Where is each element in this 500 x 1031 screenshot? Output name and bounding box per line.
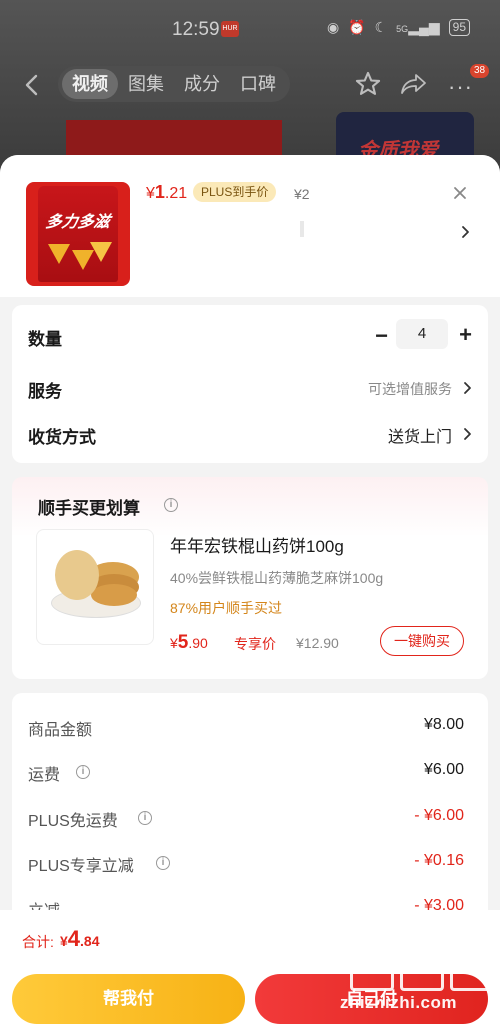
recommendation-card: 顺手买更划算 i 年年宏铁棍山药饼100g 40%尝鲜铁棍山药薄脆芝麻饼100g… bbox=[12, 477, 488, 679]
fee-row: 运费 i ¥6.00 bbox=[28, 761, 472, 785]
recommended-product-image[interactable] bbox=[36, 529, 154, 645]
quantity-label: 数量 bbox=[28, 330, 62, 349]
quantity-plus-button[interactable]: + bbox=[459, 322, 472, 348]
recommended-original-price: ¥12.90 bbox=[296, 635, 339, 651]
info-icon[interactable]: i bbox=[138, 811, 152, 825]
price-integer: 4 bbox=[67, 926, 81, 951]
fee-label: 商品金额 bbox=[28, 722, 93, 739]
delivery-row[interactable]: 收货方式 送货上门 bbox=[28, 423, 472, 447]
status-time: 12:59 bbox=[172, 19, 220, 40]
chips-bag-icon: 多力多滋 bbox=[38, 186, 118, 282]
product-image[interactable]: 多力多滋 bbox=[26, 182, 130, 286]
delivery-value: 送货上门 bbox=[387, 429, 452, 446]
recommended-product-desc: 40%尝鲜铁棍山药薄脆芝麻饼100g bbox=[170, 570, 384, 586]
top-navigation: 视频 图集 成分 口碑 ··· 38 bbox=[0, 64, 500, 104]
moon-icon: ☾ bbox=[374, 19, 388, 35]
fee-value: ¥8.00 bbox=[423, 716, 464, 733]
status-bar: 12:59 HUR ◉ ⏰ ☾ 5G▂▄▆ 95 bbox=[0, 0, 500, 60]
fee-label: PLUS免运费 bbox=[28, 813, 118, 830]
tab-gallery[interactable]: 图集 bbox=[118, 69, 174, 99]
status-icons: ◉ ⏰ ☾ 5G▂▄▆ 95 bbox=[327, 19, 470, 36]
price-symbol: ¥ bbox=[60, 933, 68, 949]
tab-reviews[interactable]: 口碑 bbox=[230, 69, 286, 99]
exclusive-price-label: 专享价 bbox=[234, 636, 276, 652]
chevron-right-icon[interactable] bbox=[460, 225, 470, 239]
total-label: 合计: bbox=[22, 934, 54, 950]
share-icon[interactable] bbox=[400, 72, 428, 96]
chip-shape bbox=[90, 242, 112, 262]
back-icon[interactable] bbox=[22, 72, 42, 98]
watermark-text: zhizhizhi.com bbox=[340, 993, 457, 1012]
info-icon[interactable]: i bbox=[156, 856, 170, 870]
recommended-product-stat: 87%用户顺手买过 bbox=[170, 600, 283, 616]
cart-count-badge: 38 bbox=[470, 64, 490, 78]
fee-label: 运费 bbox=[28, 767, 61, 784]
product-header: 多力多滋 ¥1.21 PLUS到手价 ¥2 bbox=[0, 155, 500, 297]
fee-value: - ¥6.00 bbox=[414, 807, 464, 824]
price-decimal: .84 bbox=[80, 933, 100, 949]
info-icon[interactable]: i bbox=[164, 498, 178, 512]
watermark-logo: zhizhizhi.com bbox=[330, 943, 500, 1031]
fee-row: 商品金额 ¥8.00 bbox=[28, 716, 472, 740]
status-app-badge: HUR bbox=[221, 21, 239, 37]
quantity-row: 数量 − 4 + bbox=[28, 319, 472, 349]
service-row[interactable]: 服务 可选增值服务 bbox=[28, 377, 472, 401]
quantity-input[interactable]: 4 bbox=[396, 319, 448, 349]
media-tabs: 视频 图集 成分 口碑 bbox=[58, 66, 290, 102]
service-label: 服务 bbox=[28, 382, 62, 401]
battery-icon: 95 bbox=[448, 19, 470, 36]
price-decimal: .90 bbox=[188, 635, 208, 651]
recommendation-title: 顺手买更划算 bbox=[38, 499, 140, 518]
star-icon[interactable] bbox=[354, 70, 382, 98]
total-amount: ¥4.84 bbox=[60, 926, 100, 952]
spec-placeholder bbox=[300, 221, 304, 237]
chevron-right-icon bbox=[464, 382, 471, 394]
fee-value: ¥6.00 bbox=[423, 761, 464, 778]
fee-row: PLUS免运费 i - ¥6.00 bbox=[28, 807, 472, 831]
signal-icon: 5G▂▄▆ bbox=[396, 19, 440, 35]
price-integer: 1 bbox=[154, 182, 165, 202]
tab-ingredients[interactable]: 成分 bbox=[174, 69, 230, 99]
price-symbol: ¥ bbox=[146, 185, 155, 202]
cookie-shape bbox=[91, 584, 137, 606]
recommended-product-price: ¥5.90 bbox=[170, 632, 208, 654]
alarm-icon: ⏰ bbox=[348, 19, 366, 35]
original-price: ¥2 bbox=[294, 186, 310, 202]
watermark-glyph bbox=[350, 943, 394, 991]
fee-row: PLUS专享立减 i - ¥0.16 bbox=[28, 852, 472, 876]
recommended-product-name[interactable]: 年年宏铁棍山药饼100g bbox=[170, 532, 344, 557]
cookie-shape bbox=[55, 550, 99, 600]
one-click-buy-button[interactable]: 一键购买 bbox=[380, 626, 464, 656]
close-icon[interactable] bbox=[452, 185, 468, 201]
help-me-pay-button[interactable]: 帮我付 bbox=[12, 974, 245, 1024]
product-price: ¥1.21 bbox=[146, 182, 187, 203]
price-decimal: .21 bbox=[164, 185, 188, 202]
plus-price-tag: PLUS到手价 bbox=[193, 182, 277, 202]
fee-value: - ¥0.16 bbox=[414, 852, 464, 869]
signal-label: 5G bbox=[396, 24, 409, 34]
service-value: 可选增值服务 bbox=[368, 381, 452, 397]
watermark-glyph bbox=[400, 943, 444, 991]
chip-shape bbox=[48, 244, 70, 264]
quantity-minus-button[interactable]: − bbox=[375, 323, 388, 349]
info-icon[interactable]: i bbox=[76, 765, 90, 779]
price-integer: 5 bbox=[177, 632, 189, 653]
more-icon[interactable]: ··· bbox=[448, 74, 473, 100]
watermark-glyph bbox=[450, 943, 494, 991]
eye-icon: ◉ bbox=[326, 19, 340, 35]
options-card: 数量 − 4 + 服务 可选增值服务 收货方式 送货上门 bbox=[12, 305, 488, 463]
chevron-right-icon bbox=[464, 428, 471, 440]
tab-video[interactable]: 视频 bbox=[62, 69, 118, 99]
price-symbol: ¥ bbox=[170, 635, 178, 651]
bag-brand-text: 多力多滋 bbox=[44, 214, 111, 231]
fee-label: PLUS专享立减 bbox=[28, 858, 134, 875]
delivery-label: 收货方式 bbox=[28, 428, 96, 447]
purchase-sheet: 多力多滋 ¥1.21 PLUS到手价 ¥2 数量 − 4 + 服务 可选增值服务… bbox=[0, 155, 500, 1031]
